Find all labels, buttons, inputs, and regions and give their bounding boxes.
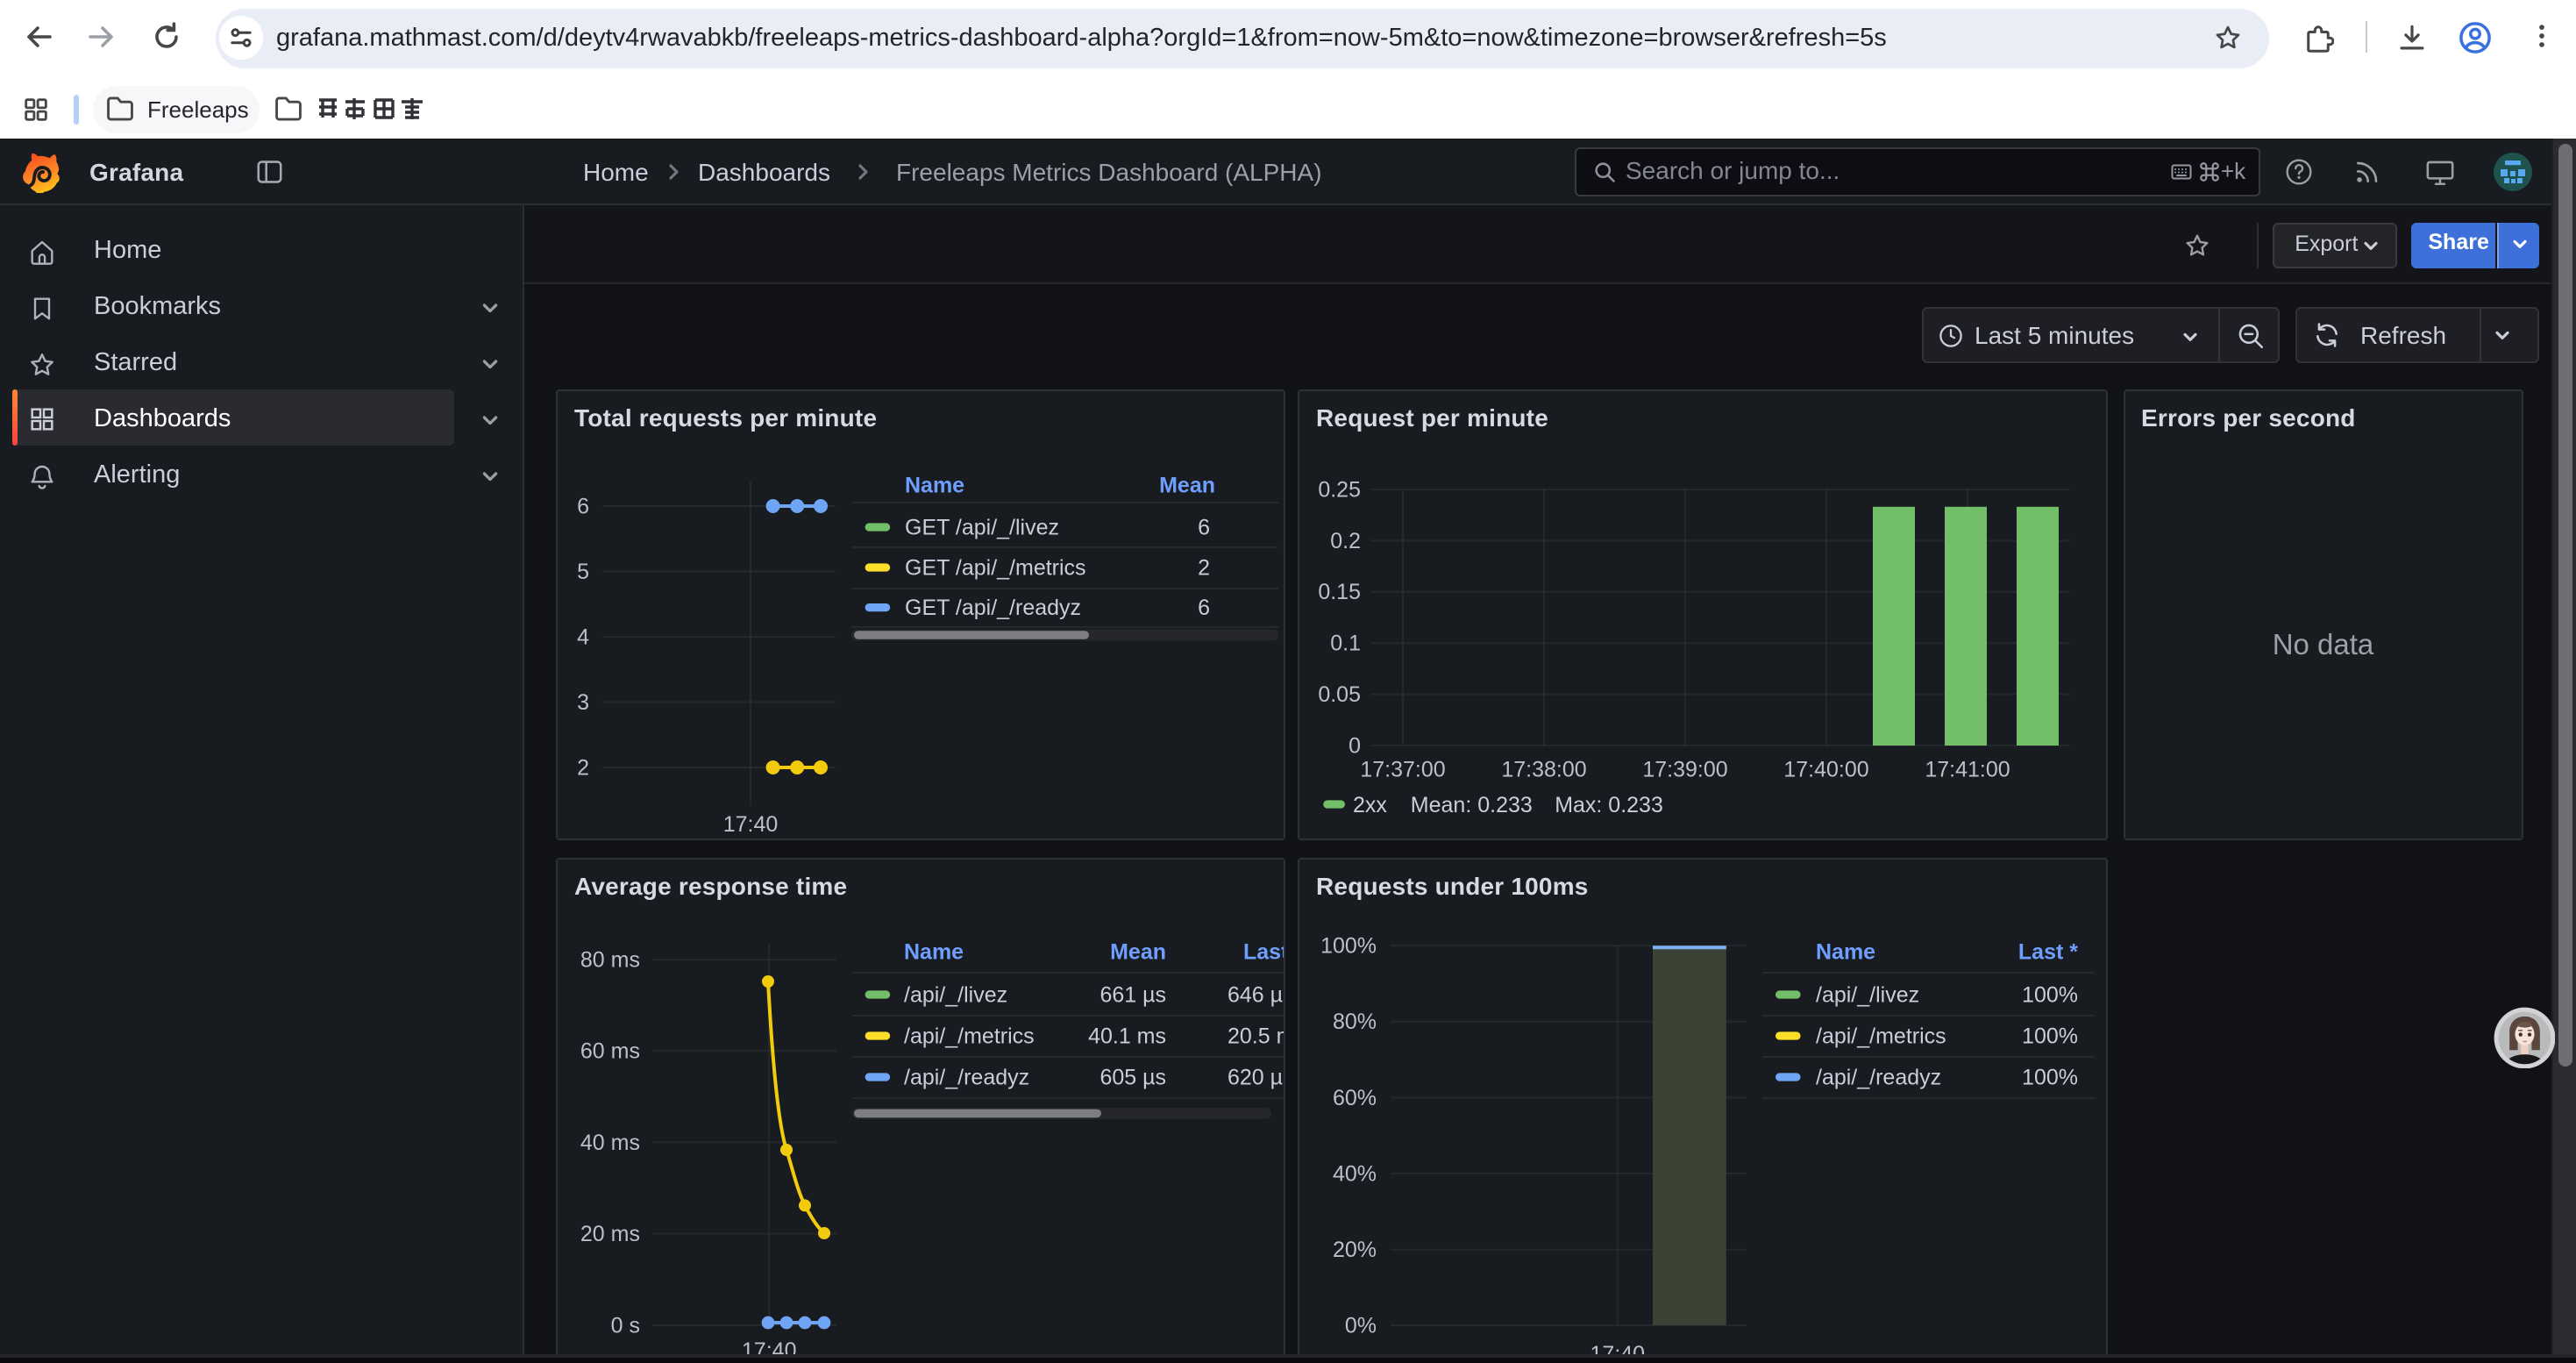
svg-text:20.5 m: 20.5 m: [1228, 1023, 1284, 1047]
svg-text:/api/_/readyz: /api/_/readyz: [1816, 1064, 1941, 1088]
svg-text:620 µ: 620 µ: [1228, 1064, 1283, 1088]
svg-text:646 µ: 646 µ: [1228, 981, 1283, 1006]
svg-text:Name: Name: [904, 938, 964, 963]
svg-text:/api/_/readyz: /api/_/readyz: [904, 1064, 1029, 1088]
svg-text:80%: 80%: [1333, 1009, 1377, 1033]
svg-text:Name: Name: [1816, 938, 1875, 963]
svg-text:/api/_/livez: /api/_/livez: [1816, 981, 1919, 1006]
svg-text:Mean: 0.233: Mean: 0.233: [1411, 792, 1533, 817]
svg-text:0.15: 0.15: [1318, 579, 1361, 603]
svg-text:40.1 ms: 40.1 ms: [1088, 1023, 1166, 1047]
svg-text:0.1: 0.1: [1330, 631, 1361, 655]
svg-text:100%: 100%: [2022, 981, 2078, 1006]
svg-text:661 µs: 661 µs: [1099, 981, 1166, 1006]
svg-text:Last *: Last *: [2018, 938, 2078, 963]
svg-text:17:41:00: 17:41:00: [1925, 756, 2010, 781]
svg-text:100%: 100%: [2022, 1023, 2078, 1047]
svg-text:20 ms: 20 ms: [580, 1221, 640, 1245]
svg-text:2: 2: [1198, 554, 1210, 579]
svg-text:6: 6: [1198, 595, 1210, 619]
svg-text:605 µs: 605 µs: [1099, 1064, 1166, 1088]
svg-text:0%: 0%: [1345, 1312, 1377, 1337]
svg-text:0.05: 0.05: [1318, 682, 1361, 706]
svg-text:Mean: Mean: [1159, 472, 1215, 496]
svg-text:/api/_/livez: /api/_/livez: [904, 981, 1007, 1006]
svg-text:0.25: 0.25: [1318, 476, 1361, 501]
svg-text:3: 3: [577, 689, 589, 714]
svg-text:GET /api/_/readyz: GET /api/_/readyz: [905, 595, 1081, 619]
svg-text:100%: 100%: [1320, 933, 1377, 958]
svg-text:20%: 20%: [1333, 1237, 1377, 1261]
svg-text:80 ms: 80 ms: [580, 946, 640, 971]
svg-text:17:39:00: 17:39:00: [1642, 756, 1727, 781]
svg-text:Name: Name: [905, 472, 964, 496]
svg-text:60%: 60%: [1333, 1085, 1377, 1110]
svg-text:2: 2: [577, 754, 589, 779]
svg-text:0 s: 0 s: [611, 1312, 640, 1337]
svg-text:/api/_/metrics: /api/_/metrics: [1816, 1023, 1946, 1047]
svg-text:4: 4: [577, 624, 589, 648]
svg-text:Last *: Last *: [1243, 938, 1284, 963]
svg-text:GET /api/_/metrics: GET /api/_/metrics: [905, 554, 1086, 579]
svg-text:17:38:00: 17:38:00: [1501, 756, 1586, 781]
svg-text:17:40: 17:40: [723, 811, 779, 836]
svg-text:0.2: 0.2: [1330, 528, 1361, 553]
svg-text:GET /api/_/livez: GET /api/_/livez: [905, 514, 1059, 539]
svg-text:Max: 0.233: Max: 0.233: [1555, 792, 1663, 817]
svg-text:60 ms: 60 ms: [580, 1038, 640, 1063]
svg-text:6: 6: [577, 493, 589, 517]
svg-text:5: 5: [577, 559, 589, 583]
svg-text:2xx: 2xx: [1353, 792, 1387, 817]
svg-text:40%: 40%: [1333, 1160, 1377, 1185]
svg-text:6: 6: [1198, 514, 1210, 539]
svg-text:Mean: Mean: [1110, 938, 1166, 963]
svg-text:0: 0: [1348, 732, 1361, 757]
svg-text:17:37:00: 17:37:00: [1360, 756, 1445, 781]
svg-text:100%: 100%: [2022, 1064, 2078, 1088]
svg-text:/api/_/metrics: /api/_/metrics: [904, 1023, 1035, 1047]
svg-text:40 ms: 40 ms: [580, 1130, 640, 1154]
svg-text:17:40:00: 17:40:00: [1783, 756, 1868, 781]
